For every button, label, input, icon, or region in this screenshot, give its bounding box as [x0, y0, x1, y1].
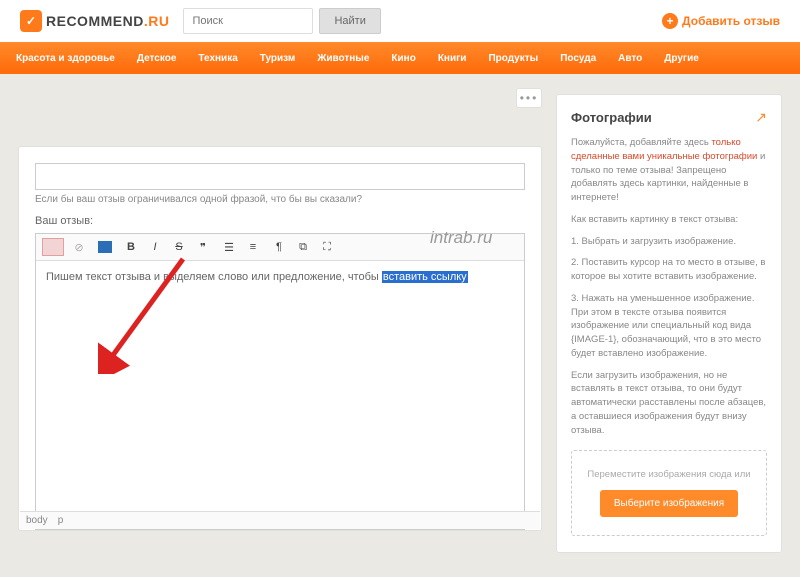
nav-item[interactable]: Туризм	[260, 53, 296, 64]
rich-editor: ⊘ B I S ❞ ☰ ≡ ¶	[35, 233, 525, 530]
dropzone-hint: Переместите изображения сюда или	[582, 469, 756, 480]
photos-panel: Фотографии ↗ Пожалуйста, добавляйте здес…	[556, 94, 782, 553]
selected-text: вставить ссылку	[382, 271, 468, 283]
nav-item[interactable]: Посуда	[560, 53, 596, 64]
editor-toolbar: ⊘ B I S ❞ ☰ ≡ ¶	[36, 234, 524, 261]
nav-item[interactable]: Животные	[317, 53, 369, 64]
header: ✓ RECOMMEND.RU Найти + Добавить отзыв	[0, 0, 800, 42]
format-block-icon[interactable]: ¶	[270, 238, 288, 256]
nav-item[interactable]: Красота и здоровье	[16, 53, 115, 64]
logo[interactable]: ✓ RECOMMEND.RU	[20, 10, 169, 32]
logo-text: RECOMMEND.RU	[46, 13, 169, 29]
strike-icon[interactable]: S	[170, 238, 188, 256]
editor-text: Пишем текст отзыва и выделяем слово или …	[46, 271, 382, 283]
review-title-input[interactable]	[35, 163, 525, 190]
search-input[interactable]	[183, 8, 313, 34]
link-icon[interactable]	[42, 238, 64, 256]
title-hint: Если бы ваш отзыв ограничивался одной фр…	[35, 194, 525, 205]
logo-icon: ✓	[20, 10, 42, 32]
image-icon[interactable]	[96, 238, 114, 256]
nav-item[interactable]: Книги	[438, 53, 467, 64]
nav-item[interactable]: Другие	[664, 53, 699, 64]
add-review-label: Добавить отзыв	[682, 14, 780, 28]
bold-icon[interactable]: B	[122, 238, 140, 256]
italic-icon[interactable]: I	[146, 238, 164, 256]
plus-icon: +	[662, 13, 678, 29]
nav-item[interactable]: Продукты	[488, 53, 538, 64]
search-button[interactable]: Найти	[319, 8, 380, 34]
choose-images-button[interactable]: Выберите изображения	[600, 490, 738, 517]
status-path-body[interactable]: body	[26, 515, 48, 526]
more-menu-button[interactable]: •••	[516, 88, 542, 108]
nav-item[interactable]: Техника	[198, 53, 237, 64]
body-label: Ваш отзыв:	[35, 215, 525, 227]
source-icon[interactable]: ⧉	[294, 238, 312, 256]
panel-description: Пожалуйста, добавляйте здесь только сдел…	[571, 136, 767, 438]
nav-item[interactable]: Кино	[391, 53, 415, 64]
nav-item[interactable]: Детское	[137, 53, 177, 64]
category-nav: Красота и здоровье Детское Техника Туриз…	[0, 42, 800, 74]
panel-title: Фотографии	[571, 110, 652, 125]
unlink-icon[interactable]: ⊘	[70, 238, 88, 256]
upload-dropzone[interactable]: Переместите изображения сюда или Выберит…	[571, 450, 767, 536]
list-bullet-icon[interactable]: ☰	[220, 238, 238, 256]
quote-icon[interactable]: ❞	[194, 238, 212, 256]
expand-icon[interactable]: ↗	[755, 109, 767, 126]
nav-item[interactable]: Авто	[618, 53, 642, 64]
status-path-p[interactable]: p	[58, 515, 64, 526]
fullscreen-icon[interactable]: ⛶	[318, 238, 336, 256]
add-review-link[interactable]: + Добавить отзыв	[662, 13, 780, 29]
list-number-icon[interactable]: ≡	[244, 238, 262, 256]
review-editor-panel: Если бы ваш отзыв ограничивался одной фр…	[18, 146, 542, 531]
editor-content[interactable]: Пишем текст отзыва и выделяем слово или …	[36, 261, 524, 511]
editor-statusbar: body p	[20, 511, 540, 529]
